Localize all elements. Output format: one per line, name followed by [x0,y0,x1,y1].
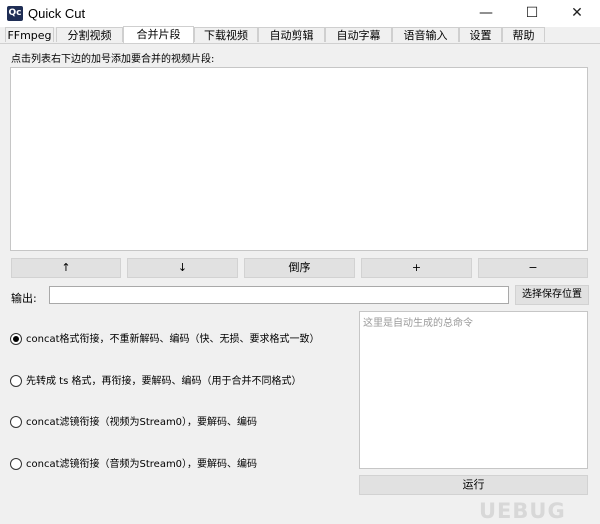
tab-auto-subtitle[interactable]: 自动字幕 [325,27,392,42]
command-placeholder: 这里是自动生成的总命令 [363,318,473,329]
tab-merge-clips[interactable]: 合并片段 [123,26,194,43]
run-button[interactable]: 运行 [359,475,588,495]
watermark-logo: UEBUG [479,499,566,523]
option-label: concat格式衔接，不重新解码、编码（快、无损、要求格式一致） [26,334,320,345]
option-label: concat滤镜衔接（视频为Stream0），要解码、编码 [26,417,258,428]
merge-option-concat-filter-audio[interactable]: concat滤镜衔接（音频为Stream0），要解码、编码 [10,457,257,473]
tab-download-video[interactable]: 下载视频 [194,27,258,42]
move-up-button[interactable]: ↑ [11,258,121,278]
tab-auto-edit[interactable]: 自动剪辑 [258,27,325,42]
app-logo-icon: Qc [7,6,23,21]
output-path-input[interactable] [49,286,509,304]
output-label: 输出: [11,292,37,305]
add-clip-button[interactable]: + [361,258,472,278]
clip-list[interactable] [10,67,588,251]
option-label: concat滤镜衔接（音频为Stream0），要解码、编码 [26,459,258,470]
radio-button[interactable] [10,458,22,470]
tab-voice-input[interactable]: 语音输入 [392,27,459,42]
tab-bar: FFmpeg 分割视频 合并片段 下载视频 自动剪辑 自动字幕 语音输入 设置 … [0,26,600,44]
tab-split-video[interactable]: 分割视频 [56,27,123,42]
merge-option-concat-format[interactable]: concat格式衔接，不重新解码、编码（快、无损、要求格式一致） [10,332,320,348]
radio-button[interactable] [10,416,22,428]
radio-button[interactable] [10,333,22,345]
reverse-order-button[interactable]: 倒序 [244,258,355,278]
radio-button[interactable] [10,375,22,387]
merge-option-concat-filter-video[interactable]: concat滤镜衔接（视频为Stream0），要解码、编码 [10,415,257,431]
minimize-button[interactable]: — [463,0,509,27]
option-label: 先转成 ts 格式，再衔接，要解码、编码（用于合并不同格式） [26,376,302,387]
move-down-button[interactable]: ↓ [127,258,238,278]
close-button[interactable]: ✕ [554,0,600,27]
command-output-textarea[interactable]: 这里是自动生成的总命令 [359,311,588,469]
tab-settings[interactable]: 设置 [459,27,502,42]
maximize-button[interactable]: ☐ [509,0,555,27]
merge-option-ts-convert[interactable]: 先转成 ts 格式，再衔接，要解码、编码（用于合并不同格式） [10,374,302,390]
title-bar: Qc Quick Cut — ☐ ✕ [0,0,600,28]
window-title: Quick Cut [28,6,86,21]
tab-help[interactable]: 帮助 [502,27,545,42]
remove-clip-button[interactable]: − [478,258,588,278]
merge-hint: 点击列表右下边的加号添加要合并的视频片段: [11,54,215,65]
choose-save-location-button[interactable]: 选择保存位置 [515,285,589,305]
tab-ffmpeg[interactable]: FFmpeg [5,27,54,42]
